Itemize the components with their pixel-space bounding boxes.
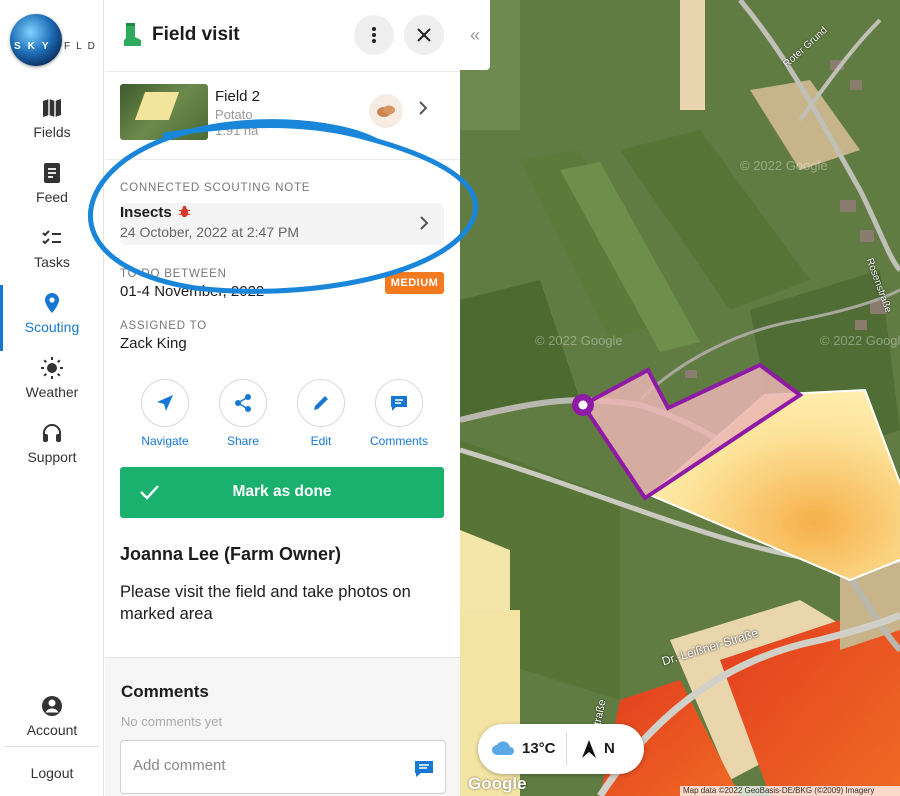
edit-button[interactable]: Edit: [281, 379, 361, 448]
no-comments-text: No comments yet: [121, 714, 223, 729]
navigate-button[interactable]: Navigate: [125, 379, 205, 448]
comment-icon: [391, 396, 407, 411]
connected-note-label: CONNECTED SCOUTING NOTE: [120, 182, 311, 194]
account-icon: [42, 696, 62, 716]
nav-item-tasks[interactable]: Tasks: [0, 226, 104, 286]
pencil-icon: [314, 396, 328, 410]
cloud-icon: [492, 741, 514, 755]
comment-input-box: [120, 740, 446, 794]
nav-divider: [4, 746, 99, 747]
todo-label: TO DO BETWEEN: [120, 268, 227, 280]
weather-compass-widget[interactable]: 13°C N: [478, 724, 644, 774]
comments-heading: Comments: [121, 682, 209, 701]
todo-dates: 01-4 November, 2022: [120, 283, 265, 300]
compass-direction: N: [604, 740, 615, 757]
headset-icon: [43, 424, 61, 442]
logo-text-left: SKY: [14, 41, 56, 52]
collapse-panel-button[interactable]: «: [460, 0, 490, 70]
field-thumbnail: [120, 84, 208, 140]
assigned-label: ASSIGNED TO: [120, 320, 207, 332]
logo-text-right: FLD: [64, 41, 101, 52]
close-icon: [417, 28, 431, 42]
svg-text:© 2022 Google: © 2022 Google: [740, 158, 828, 173]
svg-text:© 2022 Google: © 2022 Google: [535, 333, 623, 348]
task-description: Please visit the field and take photos o…: [120, 583, 411, 623]
task-author: Joanna Lee (Farm Owner): [120, 544, 342, 564]
nav-label-tasks: Tasks: [34, 254, 70, 270]
skyfld-logo[interactable]: SKY FLD: [8, 14, 98, 68]
svg-text:© 2022 Google: © 2022 Google: [820, 333, 900, 348]
map-icon: [43, 99, 61, 117]
satellite-map[interactable]: © 2022 Google © 2022 Google © 2022 Googl…: [460, 0, 900, 796]
scouting-note-link[interactable]: Insects 24 October, 2022 at 2:47 PM: [120, 203, 444, 245]
nav-item-support[interactable]: Support: [0, 421, 104, 481]
widget-separator: [566, 732, 567, 766]
close-button[interactable]: [404, 15, 444, 55]
panel-header: Field visit: [105, 0, 460, 72]
send-comment-icon[interactable]: [413, 758, 435, 780]
mark-as-done-button[interactable]: Mark as done: [120, 467, 444, 518]
potato-icon: [369, 94, 403, 128]
comments-label: Comments: [369, 434, 428, 448]
field-name: Field 2: [215, 88, 261, 105]
compass-arrow-icon: [582, 740, 596, 758]
nav-item-feed[interactable]: Feed: [0, 161, 104, 221]
nav-label-support: Support: [27, 449, 77, 465]
field-card[interactable]: Field 2 Potato 1.91 ha: [105, 80, 460, 160]
mark-as-done-label: Mark as done: [232, 483, 332, 500]
assigned-name: Zack King: [120, 335, 187, 352]
sun-icon: [41, 357, 63, 379]
nav-label-fields: Fields: [33, 124, 71, 140]
navigate-label: Navigate: [141, 434, 189, 448]
nav-label-weather: Weather: [25, 384, 79, 400]
kebab-menu-icon: [372, 27, 376, 43]
sidebar-nav: SKY FLD Fields Feed Tasks Scouting Weath…: [0, 0, 104, 796]
field-visit-panel: Field visit Field 2 Potato 1.91 ha CONNE…: [105, 0, 460, 796]
comments-section: Comments No comments yet: [105, 657, 460, 796]
share-button[interactable]: Share: [203, 379, 283, 448]
map-imagery: © 2022 Google © 2022 Google © 2022 Googl…: [460, 0, 900, 796]
nav-label-scouting: Scouting: [24, 319, 80, 335]
weather-temperature: 13°C: [522, 740, 556, 757]
navigate-arrow-icon: [157, 395, 173, 411]
chevron-right-icon: [419, 101, 428, 115]
panel-title: Field visit: [152, 24, 240, 45]
boot-icon: [124, 23, 141, 46]
field-crop: Potato: [215, 107, 253, 122]
location-pin-icon: [45, 293, 59, 313]
map-attribution[interactable]: Map data ©2022 GeoBasis-DE/BKG (©2009) I…: [680, 786, 900, 796]
nav-item-account[interactable]: Account: [0, 694, 104, 754]
nav-item-fields[interactable]: Fields: [0, 96, 104, 156]
logout-link[interactable]: Logout: [0, 765, 104, 789]
nav-label-feed: Feed: [36, 189, 68, 205]
chevron-right-icon: [420, 216, 429, 230]
share-label: Share: [226, 434, 260, 448]
logout-label: Logout: [30, 765, 74, 781]
comments-button[interactable]: Comments: [359, 379, 439, 448]
priority-badge: MEDIUM: [385, 272, 444, 294]
field-area: 1.91 ha: [215, 123, 259, 138]
share-icon: [235, 394, 251, 412]
feed-icon: [44, 163, 60, 183]
logo-globe-icon: [10, 14, 62, 66]
tasks-icon: [42, 230, 61, 245]
bug-icon: [178, 205, 191, 218]
nav-item-scouting[interactable]: Scouting: [0, 285, 104, 351]
note-date: 24 October, 2022 at 2:47 PM: [120, 224, 300, 240]
comment-input[interactable]: [133, 757, 403, 774]
double-chevron-left-icon: «: [469, 24, 480, 45]
nav-item-weather[interactable]: Weather: [0, 356, 104, 416]
note-title: Insects: [120, 204, 172, 221]
more-options-button[interactable]: [354, 15, 394, 55]
google-logo: Google: [468, 774, 527, 793]
nav-label-account: Account: [26, 722, 78, 738]
edit-label: Edit: [310, 434, 332, 448]
